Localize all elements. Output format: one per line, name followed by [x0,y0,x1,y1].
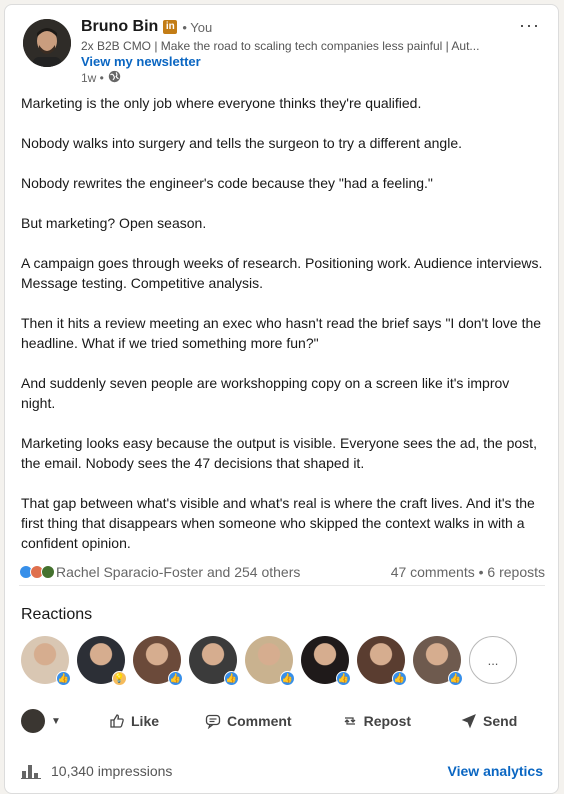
more-reactors-button[interactable]: ... [469,636,517,684]
like-reaction-icon: 👍 [56,671,71,686]
impressions-count: 10,340 impressions [51,763,173,779]
reactor-avatar[interactable]: 👍 [413,636,463,686]
more-options-button[interactable]: ··· [519,15,540,36]
reactor-avatar[interactable]: 👍 [245,636,295,686]
impressions-row[interactable]: 10,340 impressions [21,763,172,779]
actor-switcher[interactable]: ▼ [21,709,99,733]
globe-icon [108,70,121,86]
reactors-summary[interactable]: Rachel Sparacio-Foster and 254 others [56,564,300,580]
repost-label: Repost [363,713,412,729]
post-time: 1w • [81,71,104,85]
comments-reposts-count[interactable]: 47 comments • 6 reposts [391,564,545,580]
like-reaction-icon: 👍 [224,671,239,686]
like-reaction-icon: 👍 [280,671,295,686]
reactor-avatar[interactable]: 👍 [301,636,351,686]
post-paragraph: Nobody rewrites the engineer's code beca… [21,175,433,191]
reactor-avatar[interactable]: 💡 [77,636,127,686]
you-label: • You [182,19,213,35]
comment-button[interactable]: Comment [205,713,292,729]
reaction-icons[interactable] [19,565,55,579]
like-reaction-icon: 👍 [392,671,407,686]
post-meta: 1w • [81,70,121,86]
post-paragraph: Nobody walks into surgery and tells the … [21,135,462,151]
post-paragraph: But marketing? Open season. [21,215,207,231]
post-paragraph: A campaign goes through weeks of researc… [21,255,543,291]
comment-label: Comment [227,713,292,729]
post-text: Marketing is the only job where everyone… [21,93,547,573]
like-label: Like [131,713,160,729]
insightful-reaction-icon: 💡 [112,671,127,686]
repost-icon [344,717,356,725]
divider [19,585,545,586]
send-icon [461,714,476,729]
support-reaction-icon [41,565,55,579]
linkedin-premium-icon: in [163,20,178,34]
view-analytics-link[interactable]: View analytics [448,763,543,779]
thumbs-up-icon [110,714,124,728]
author-name[interactable]: Bruno Bin [81,18,158,36]
post-paragraph: Marketing is the only job where everyone… [21,95,422,111]
caret-down-icon: ▼ [51,715,61,727]
social-counts: Rachel Sparacio-Foster and 254 others 47… [19,562,545,582]
reactors-list: 👍 💡 👍 👍 👍 👍 👍 👍... [21,636,517,686]
post-paragraph: And suddenly seven people are workshoppi… [21,375,510,411]
author-avatar[interactable] [23,19,71,67]
reactor-avatar[interactable]: 👍 [357,636,407,686]
repost-button[interactable]: Repost [342,713,411,729]
send-button[interactable]: Send [461,713,517,729]
reactor-avatar[interactable]: 👍 [21,636,71,686]
post-paragraph: Then it hits a review meeting an exec wh… [21,315,542,351]
author-name-row: Bruno Bin in • You [81,18,212,36]
reactions-heading: Reactions [21,606,93,623]
post-card: Bruno Bin in • You 2x B2B CMO | Make the… [4,4,559,794]
reactor-avatar[interactable]: 👍 [133,636,183,686]
like-reaction-icon: 👍 [336,671,351,686]
post-paragraph: Marketing looks easy because the output … [21,435,537,471]
like-reaction-icon: 👍 [168,671,183,686]
actor-avatar [21,709,45,733]
send-label: Send [483,713,518,729]
author-headline: 2x B2B CMO | Make the road to scaling te… [81,39,480,53]
action-bar: ▼ Like Comment Repost Send [21,705,547,737]
like-reaction-icon: 👍 [448,671,463,686]
bar-chart-icon [21,765,41,779]
like-button[interactable]: Like [109,713,159,729]
reactor-avatar[interactable]: 👍 [189,636,239,686]
view-newsletter-link[interactable]: View my newsletter [81,54,201,69]
post-paragraph: That gap between what's visible and what… [21,495,535,551]
comment-icon [205,714,221,729]
